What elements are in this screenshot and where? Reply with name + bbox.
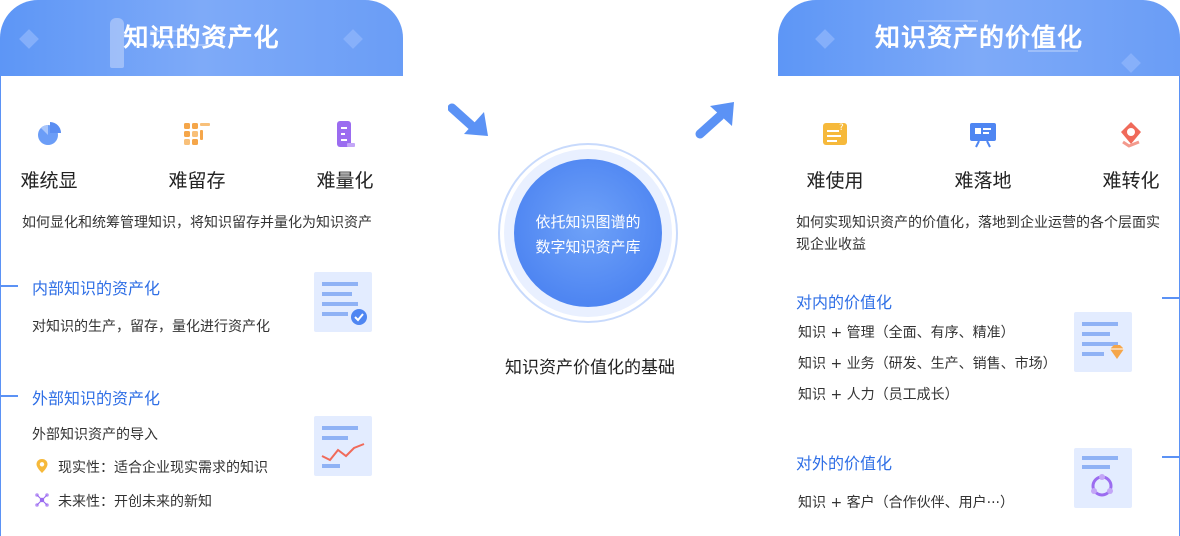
difficulty-item: 难转化 — [1086, 118, 1176, 193]
external-value-title: 对外的价值化 — [796, 454, 893, 473]
difficulty-item: 难统显 — [4, 118, 94, 193]
difficulty-label: 难使用 — [806, 170, 864, 192]
internal-section-title: 内部知识的资产化 — [32, 279, 161, 298]
location-pin-icon — [36, 459, 48, 473]
trend-line-icon — [321, 443, 365, 462]
difficulty-label: 难落地 — [954, 170, 1012, 192]
pie-chart-icon — [38, 122, 61, 145]
center-text-line: 依托知识图谱的 — [535, 213, 641, 231]
document-diamond-icon — [1074, 312, 1132, 372]
arrow-up-right-icon — [695, 102, 734, 139]
left-description: 如何显化和统筹管理知识，将知识留存并量化为知识资产 — [22, 215, 372, 231]
exchange-hand-icon — [1121, 122, 1141, 148]
section-tick — [1162, 297, 1180, 299]
left-header: 知识的资产化 — [0, 0, 403, 76]
panel-border — [0, 60, 1, 536]
diamond-icon — [1110, 345, 1124, 359]
difficulty-item: ? 难使用 — [790, 118, 880, 193]
left-panel-title: 知识的资产化 — [123, 23, 280, 52]
svg-text:?: ? — [839, 123, 844, 133]
center-circle-text: 依托知识图谱的 数字知识资产库 — [514, 210, 662, 260]
external-section-intro: 外部知识资产的导入 — [32, 427, 158, 443]
external-section-title: 外部知识的资产化 — [32, 389, 161, 408]
difficulty-label: 难量化 — [316, 170, 374, 192]
difficulty-label: 难转化 — [1102, 170, 1160, 192]
right-description: 如何实现知识资产的价值化，落地到企业运营的各个层面实现企业收益 — [796, 215, 1160, 253]
difficulty-item: 难量化 — [300, 118, 390, 193]
cycle-icon — [1091, 474, 1113, 497]
internal-value-item: 知识 + 业务（研发、生产、销售、市场） — [798, 356, 1057, 372]
difficulty-label: 难留存 — [168, 170, 226, 192]
arrow-down-right-icon — [448, 103, 488, 136]
difficulty-item: 难落地 — [938, 118, 1028, 193]
external-value-item: 知识 + 客户（合作伙伴、用户···） — [798, 495, 1014, 511]
presentation-board-icon — [970, 123, 996, 148]
document-check-icon — [314, 272, 372, 332]
network-icon — [35, 493, 49, 507]
internal-value-item: 知识 + 人力（员工成长） — [798, 387, 959, 403]
grid-blocks-icon — [184, 123, 210, 145]
external-item-text: 现实性：适合企业现实需求的知识 — [58, 460, 268, 476]
right-panel-title: 知识资产的价值化 — [874, 23, 1083, 52]
right-header: 知识资产的价值化 — [778, 0, 1180, 76]
document-cycle-icon — [1074, 448, 1132, 508]
section-tick — [0, 395, 18, 397]
external-item-text: 未来性：开创未来的新知 — [58, 494, 212, 510]
measure-icon — [337, 121, 355, 147]
internal-value-item: 知识 + 管理（全面、有序、精准） — [798, 325, 1015, 341]
center-caption: 知识资产价值化的基础 — [505, 358, 675, 378]
left-panel: 知识的资产化 难统显 难留存 难量化 如何显化和统筹管理知识，将知识留存并量化为… — [0, 0, 403, 536]
section-tick — [0, 285, 18, 287]
internal-value-title: 对内的价值化 — [796, 293, 893, 312]
internal-section-text: 对知识的生产，留存，量化进行资产化 — [32, 319, 270, 335]
center-text-line: 数字知识资产库 — [535, 238, 641, 256]
right-panel: 知识资产的价值化 ? 难使用 难落地 难转化 如何实现知识资产的价值化，落地到企… — [778, 0, 1180, 536]
document-chart-icon — [314, 416, 372, 476]
difficulty-label: 难统显 — [20, 170, 78, 192]
difficulty-item: 难留存 — [152, 118, 242, 193]
section-tick — [1162, 456, 1180, 458]
check-icon — [351, 309, 367, 325]
question-doc-icon: ? — [823, 123, 847, 145]
